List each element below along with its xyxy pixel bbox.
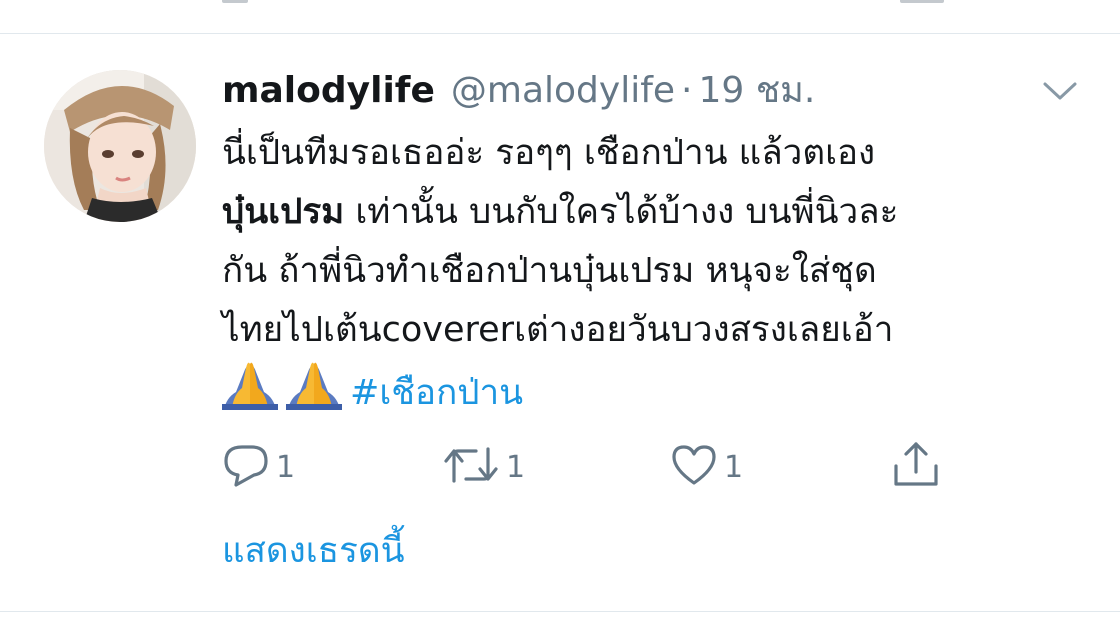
folded-hands-icon (286, 360, 342, 410)
tweet-actions: 1 1 1 (222, 442, 982, 492)
tweet-header: malodylife @malodylife · 19 ชม. (222, 66, 815, 116)
separator-dot: · (681, 70, 693, 111)
user-handle[interactable]: @malodylife (451, 66, 675, 116)
tweet-text-line: กัน ถ้าพี่นิวทำเชือกป่านบุ๋นเปรม หนุจะใส… (222, 251, 877, 291)
reply-button[interactable]: 1 (222, 442, 295, 492)
folded-hands-icon (222, 360, 278, 410)
bottom-divider (0, 611, 1120, 612)
hashtag-link[interactable]: #เชือกป่าน (350, 373, 523, 413)
chevron-down-icon[interactable] (1040, 76, 1080, 106)
display-name[interactable]: malodylife (222, 66, 435, 116)
tweet-text-line: นี่เป็นทีมรอเธออ่ะ รอๆๆ เชือกป่าน แล้วตเ… (222, 133, 876, 173)
bold-text: บุ๋นเปรม (222, 192, 345, 232)
like-count: 1 (724, 449, 744, 485)
retweet-icon (442, 443, 500, 491)
previous-item-remnant (900, 0, 944, 3)
share-button[interactable] (890, 442, 942, 492)
avatar-photo (44, 70, 196, 222)
retweet-count: 1 (506, 449, 526, 485)
timestamp[interactable]: 19 ชม. (698, 66, 815, 116)
reply-count: 1 (276, 449, 296, 485)
share-icon (890, 440, 942, 494)
tweet-text: นี่เป็นทีมรอเธออ่ะ รอๆๆ เชือกป่าน แล้วตเ… (222, 124, 1102, 423)
top-divider (0, 33, 1120, 34)
tweet-text-line: ไทยไปเต้นcovererเต่างอยวันบวงสรงเลยเอ้า (222, 310, 894, 350)
show-thread-link[interactable]: แสดงเธรดนี้ (222, 526, 405, 576)
avatar[interactable] (44, 70, 196, 222)
like-button[interactable]: 1 (670, 442, 743, 492)
previous-item-remnant (222, 0, 248, 3)
heart-icon (670, 443, 718, 491)
tweet-text-segment: เท่านั้น บนกับใครได้บ้างง บนพี่นิวละ (344, 192, 899, 232)
tweet-text-line: #เชือกป่าน (222, 360, 1102, 423)
reply-icon (222, 443, 270, 491)
tweet-text-line: บุ๋นเปรม เท่านั้น บนกับใครได้บ้างง บนพี่… (222, 183, 1102, 242)
retweet-button[interactable]: 1 (442, 442, 525, 492)
